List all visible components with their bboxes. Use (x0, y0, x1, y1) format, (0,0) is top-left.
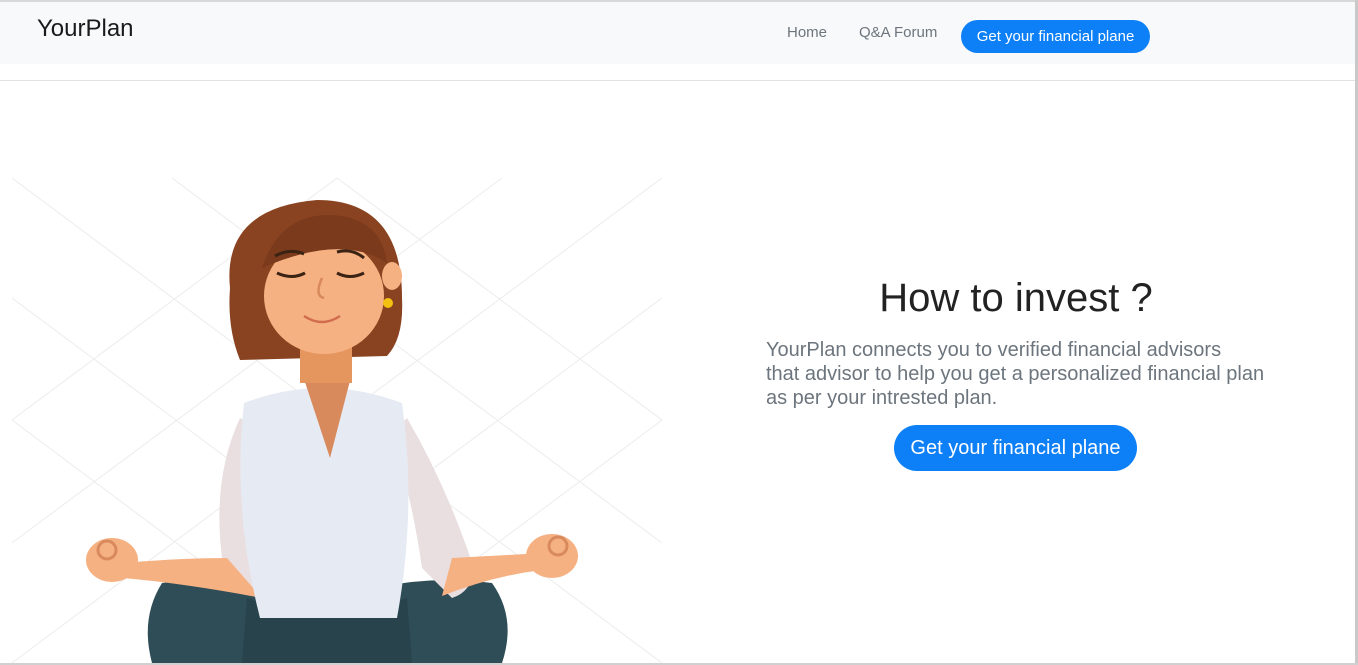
nav-link-qa-forum[interactable]: Q&A Forum (859, 24, 937, 41)
hero-get-plan-button[interactable]: Get your financial plane (894, 425, 1137, 471)
ear (382, 262, 402, 290)
hero-illustration (12, 178, 662, 663)
nav-get-plan-button[interactable]: Get your financial plane (961, 20, 1150, 53)
hero-description-line: that advisor to help you get a personali… (766, 363, 1265, 385)
hero-description-line: as per your intrested plan. (766, 387, 998, 409)
hero-description-line: YourPlan connects you to verified financ… (766, 339, 1222, 361)
nav-link-home[interactable]: Home (787, 24, 827, 41)
brand-logo[interactable]: YourPlan (37, 15, 134, 43)
earring (383, 298, 393, 308)
meditating-woman-illustration (12, 178, 662, 663)
hero-description: YourPlan connects you to verified financ… (766, 338, 1286, 410)
navbar: YourPlan Home Q&A Forum Get your financi… (0, 2, 1355, 64)
navbar-divider (0, 80, 1355, 81)
hero-title: How to invest ? (879, 276, 1153, 320)
left-hand (86, 538, 138, 582)
